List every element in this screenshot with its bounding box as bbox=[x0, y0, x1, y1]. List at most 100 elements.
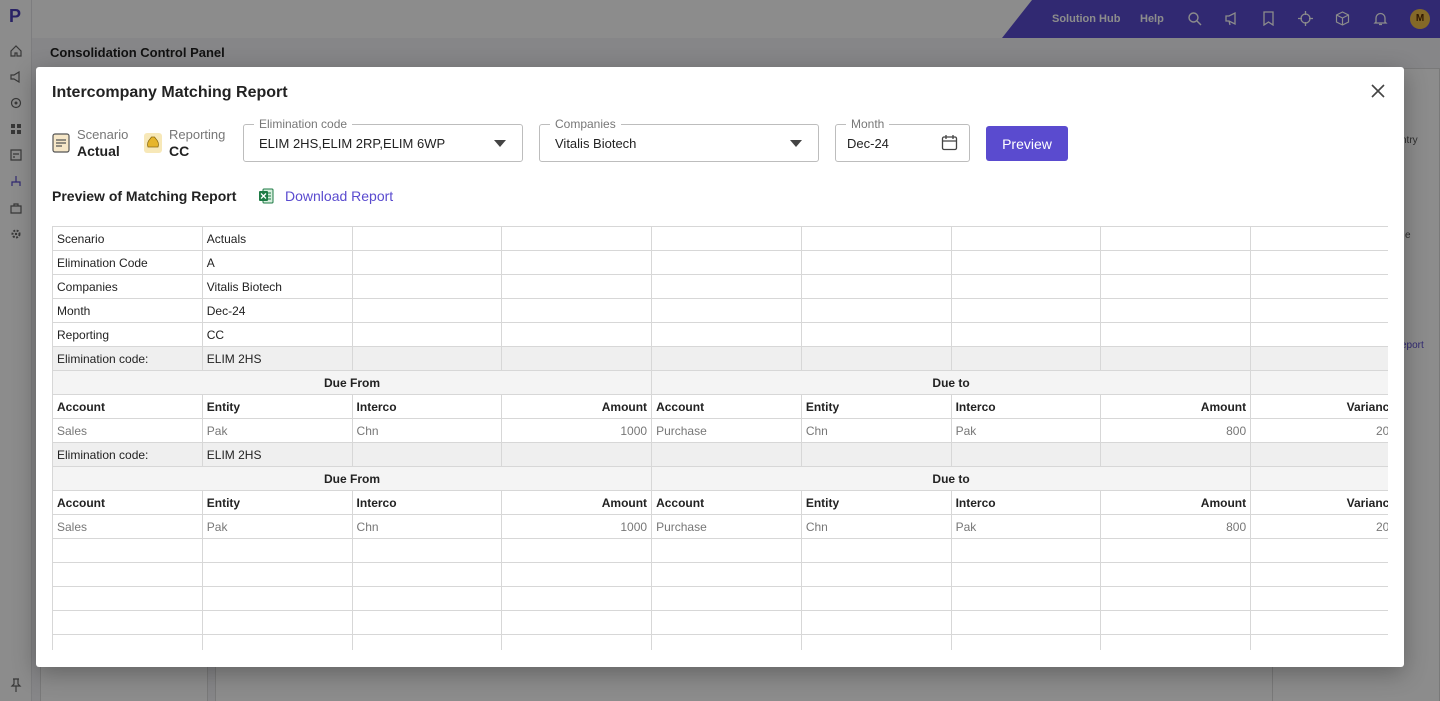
meta-label[interactable]: Companies bbox=[52, 274, 203, 299]
empty-cell[interactable] bbox=[950, 298, 1102, 323]
empty-cell[interactable] bbox=[651, 274, 802, 299]
column-header[interactable]: Interco bbox=[950, 394, 1102, 419]
table-cell[interactable]: Purchase bbox=[651, 418, 802, 443]
table-cell[interactable]: Pak bbox=[201, 418, 353, 443]
column-header[interactable]: Amount bbox=[1100, 490, 1252, 515]
table-cell[interactable]: Chn bbox=[800, 418, 952, 443]
empty-cell[interactable] bbox=[950, 322, 1102, 347]
dropdown-caret-icon[interactable] bbox=[494, 140, 506, 147]
empty-cell[interactable] bbox=[351, 538, 503, 563]
empty-cell[interactable] bbox=[800, 346, 952, 371]
empty-cell[interactable] bbox=[52, 562, 203, 587]
due-from-header[interactable]: Due From bbox=[52, 370, 653, 395]
empty-cell[interactable] bbox=[52, 586, 203, 611]
empty-cell[interactable] bbox=[950, 610, 1102, 635]
empty-cell[interactable] bbox=[800, 442, 952, 467]
empty-cell[interactable] bbox=[52, 610, 203, 635]
empty-cell[interactable] bbox=[201, 634, 353, 650]
empty-cell[interactable] bbox=[651, 562, 802, 587]
meta-value[interactable]: Dec-24 bbox=[201, 298, 353, 323]
empty-cell[interactable] bbox=[1100, 346, 1252, 371]
column-header[interactable]: Entity bbox=[800, 394, 952, 419]
empty-cell[interactable] bbox=[950, 586, 1102, 611]
empty-cell[interactable] bbox=[1100, 226, 1252, 251]
empty-cell[interactable] bbox=[1100, 610, 1252, 635]
empty-cell[interactable] bbox=[950, 274, 1102, 299]
empty-cell[interactable] bbox=[201, 538, 353, 563]
column-header[interactable]: Interco bbox=[950, 490, 1102, 515]
empty-cell[interactable] bbox=[651, 610, 802, 635]
column-header[interactable]: Interco bbox=[351, 394, 503, 419]
empty-cell[interactable] bbox=[1250, 442, 1388, 467]
empty-cell[interactable] bbox=[800, 610, 952, 635]
meta-value[interactable]: Actuals bbox=[201, 226, 353, 251]
empty-cell[interactable] bbox=[950, 562, 1102, 587]
empty-cell[interactable] bbox=[800, 250, 952, 275]
empty-cell[interactable] bbox=[351, 610, 503, 635]
empty-cell[interactable] bbox=[351, 250, 503, 275]
empty-cell[interactable] bbox=[201, 586, 353, 611]
empty-cell[interactable] bbox=[800, 298, 952, 323]
elimination-code-select[interactable]: Elimination code ELIM 2HS,ELIM 2RP,ELIM … bbox=[243, 117, 523, 162]
empty-cell[interactable] bbox=[501, 346, 653, 371]
table-cell[interactable]: 800 bbox=[1100, 418, 1252, 443]
due-to-header[interactable]: Due to bbox=[651, 466, 1252, 491]
table-cell[interactable]: Pak bbox=[950, 514, 1102, 539]
table-cell[interactable]: Chn bbox=[351, 418, 503, 443]
empty-cell[interactable] bbox=[1250, 610, 1388, 635]
table-cell[interactable]: Sales bbox=[52, 514, 203, 539]
empty-cell[interactable] bbox=[950, 442, 1102, 467]
column-header[interactable]: Account bbox=[52, 394, 203, 419]
empty-cell[interactable] bbox=[1250, 250, 1388, 275]
month-picker[interactable]: Month Dec-24 bbox=[835, 117, 970, 162]
meta-label[interactable]: Scenario bbox=[52, 226, 203, 251]
table-cell[interactable]: 800 bbox=[1100, 514, 1252, 539]
empty-cell[interactable] bbox=[950, 346, 1102, 371]
empty-cell[interactable] bbox=[52, 538, 203, 563]
empty-cell[interactable] bbox=[950, 538, 1102, 563]
column-header[interactable]: Account bbox=[651, 394, 802, 419]
empty-cell[interactable] bbox=[800, 226, 952, 251]
close-icon[interactable] bbox=[1370, 83, 1386, 99]
empty-cell[interactable] bbox=[800, 274, 952, 299]
column-header[interactable]: Amount bbox=[1100, 394, 1252, 419]
empty-cell[interactable] bbox=[501, 442, 653, 467]
table-cell[interactable]: Pak bbox=[950, 418, 1102, 443]
empty-cell[interactable] bbox=[950, 250, 1102, 275]
calendar-icon[interactable] bbox=[941, 134, 958, 151]
empty-cell[interactable] bbox=[1250, 226, 1388, 251]
empty-cell[interactable] bbox=[651, 322, 802, 347]
empty-cell[interactable] bbox=[501, 586, 653, 611]
empty-cell[interactable] bbox=[1250, 370, 1388, 395]
table-cell[interactable]: 1000 bbox=[501, 514, 653, 539]
elimination-code-label[interactable]: Elimination code: bbox=[52, 346, 203, 371]
empty-cell[interactable] bbox=[52, 634, 203, 650]
empty-cell[interactable] bbox=[800, 322, 952, 347]
preview-button[interactable]: Preview bbox=[986, 126, 1068, 161]
matching-report-grid[interactable]: Scenario Actuals Elimination Code A Comp… bbox=[52, 226, 1388, 650]
column-header[interactable]: Account bbox=[651, 490, 802, 515]
column-header[interactable]: Entity bbox=[800, 490, 952, 515]
empty-cell[interactable] bbox=[651, 346, 802, 371]
empty-cell[interactable] bbox=[501, 562, 653, 587]
empty-cell[interactable] bbox=[501, 226, 653, 251]
table-cell[interactable]: 200 bbox=[1250, 514, 1388, 539]
empty-cell[interactable] bbox=[501, 250, 653, 275]
empty-cell[interactable] bbox=[1250, 298, 1388, 323]
empty-cell[interactable] bbox=[351, 274, 503, 299]
empty-cell[interactable] bbox=[351, 322, 503, 347]
empty-cell[interactable] bbox=[1250, 634, 1388, 650]
column-header[interactable]: Entity bbox=[201, 394, 353, 419]
table-cell[interactable]: 1000 bbox=[501, 418, 653, 443]
due-from-header[interactable]: Due From bbox=[52, 466, 653, 491]
empty-cell[interactable] bbox=[351, 298, 503, 323]
empty-cell[interactable] bbox=[351, 346, 503, 371]
empty-cell[interactable] bbox=[351, 586, 503, 611]
table-cell[interactable]: Chn bbox=[800, 514, 952, 539]
empty-cell[interactable] bbox=[651, 586, 802, 611]
empty-cell[interactable] bbox=[1100, 442, 1252, 467]
empty-cell[interactable] bbox=[1100, 586, 1252, 611]
empty-cell[interactable] bbox=[950, 634, 1102, 650]
empty-cell[interactable] bbox=[950, 226, 1102, 251]
meta-value[interactable]: A bbox=[201, 250, 353, 275]
